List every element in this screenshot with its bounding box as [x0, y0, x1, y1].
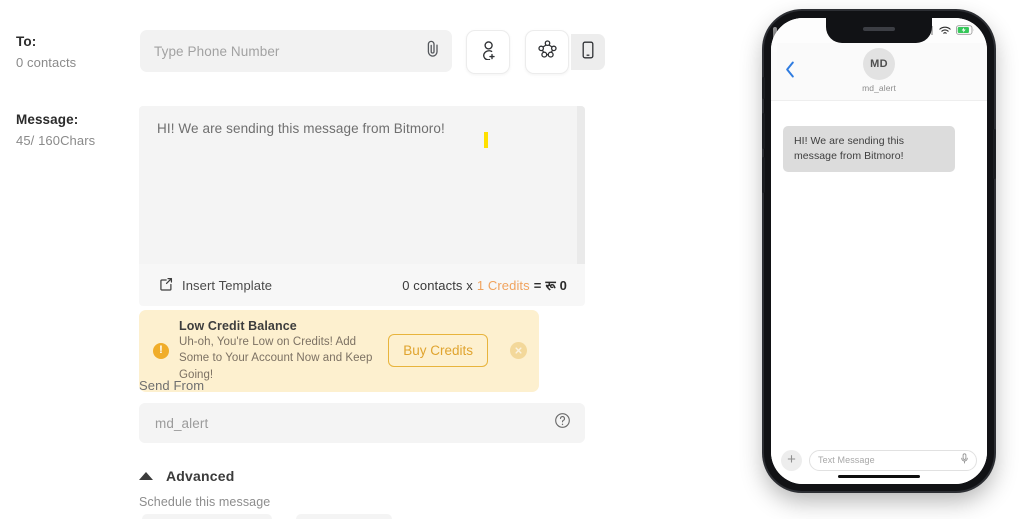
buy-credits-button[interactable]: Buy Credits — [388, 334, 488, 368]
credit-equals: = — [533, 277, 542, 293]
sms-composer-screen: To: 0 contacts Type Phone Number Message… — [0, 0, 1024, 519]
advanced-label: Advanced — [166, 468, 235, 484]
phone-preview-mockup: MD md_alert HI! We are sending this mess… — [762, 11, 996, 491]
send-from-label: Send From — [139, 378, 205, 393]
credit-total: 0 — [559, 277, 567, 293]
plus-icon[interactable]: + — [781, 449, 802, 471]
battery-charging-icon — [956, 22, 975, 40]
message-composer: HI! We are sending this message from Bit… — [139, 106, 585, 306]
insert-template-button[interactable]: Insert Template — [159, 277, 272, 294]
send-from-field[interactable]: md_alert — [139, 403, 585, 443]
to-row: Type Phone Number — [140, 30, 605, 74]
low-credit-body: Low Credit Balance Uh-oh, You're Low on … — [179, 319, 378, 383]
message-footer: Insert Template 0 contacts x 1 Credits =… — [139, 264, 585, 306]
phone-mute-switch — [762, 77, 765, 99]
chat-header: MD md_alert — [771, 43, 987, 101]
template-export-icon — [159, 277, 173, 294]
message-scrollbar[interactable] — [577, 106, 585, 264]
phone-number-placeholder: Type Phone Number — [154, 43, 280, 59]
advanced-toggle[interactable]: Advanced — [139, 468, 235, 484]
schedule-date-input[interactable] — [142, 514, 272, 519]
add-person-icon — [479, 40, 498, 65]
to-label-group: To: 0 contacts — [16, 34, 136, 70]
schedule-message-label: Schedule this message — [139, 495, 271, 509]
message-text: HI! We are sending this message from Bit… — [157, 121, 445, 136]
low-credit-description: Uh-oh, You're Low on Credits! Add Some t… — [179, 336, 373, 381]
to-label: To: — [16, 34, 37, 49]
back-chevron-icon[interactable] — [785, 61, 795, 83]
phone-power-button — [993, 129, 996, 179]
message-label-group: Message: 45/ 160Chars — [16, 112, 136, 148]
credit-summary: 0 contacts x 1 Credits = रू 0 — [402, 276, 567, 294]
caret-up-icon — [139, 472, 153, 480]
wifi-icon — [939, 22, 951, 40]
chat-body: HI! We are sending this message from Bit… — [771, 101, 987, 436]
close-banner-button[interactable] — [510, 342, 527, 360]
contact-group-button[interactable] — [525, 30, 569, 74]
text-message-input[interactable]: Text Message — [809, 449, 977, 471]
low-credit-title: Low Credit Balance — [179, 319, 297, 333]
question-circle-icon[interactable] — [554, 412, 571, 434]
message-label: Message: — [16, 112, 79, 127]
credit-rate: 1 Credits — [476, 277, 530, 293]
exclamation-icon: ! — [153, 342, 169, 359]
add-contact-button[interactable] — [466, 30, 510, 74]
schedule-time-input[interactable] — [296, 514, 392, 519]
phone-volume-up-button — [762, 113, 765, 149]
mobile-device-button[interactable] — [571, 34, 605, 70]
phone-screen: MD md_alert HI! We are sending this mess… — [771, 18, 987, 484]
phone-notch — [826, 18, 932, 43]
contact-group-icon — [537, 40, 558, 64]
paperclip-icon[interactable] — [425, 40, 440, 62]
phone-number-input[interactable]: Type Phone Number — [140, 30, 452, 72]
phone-volume-down-button — [762, 157, 765, 193]
message-textarea[interactable]: HI! We are sending this message from Bit… — [139, 106, 585, 264]
home-indicator — [838, 474, 920, 478]
credit-contacts: 0 contacts x — [402, 277, 473, 293]
avatar: MD — [863, 48, 895, 80]
composer-panel: To: 0 contacts Type Phone Number Message… — [0, 0, 640, 519]
text-caret — [484, 132, 488, 148]
earpiece-speaker — [863, 27, 895, 31]
char-count: 45/ 160Chars — [16, 133, 96, 148]
insert-template-label: Insert Template — [182, 277, 273, 293]
send-from-value: md_alert — [155, 415, 209, 431]
sender-name: md_alert — [862, 83, 896, 93]
microphone-icon[interactable] — [961, 451, 968, 469]
text-message-placeholder: Text Message — [818, 455, 875, 465]
currency-symbol: रू — [545, 278, 556, 293]
mobile-device-icon — [582, 41, 594, 64]
message-bubble: HI! We are sending this message from Bit… — [783, 126, 955, 173]
contacts-count: 0 contacts — [16, 55, 77, 70]
